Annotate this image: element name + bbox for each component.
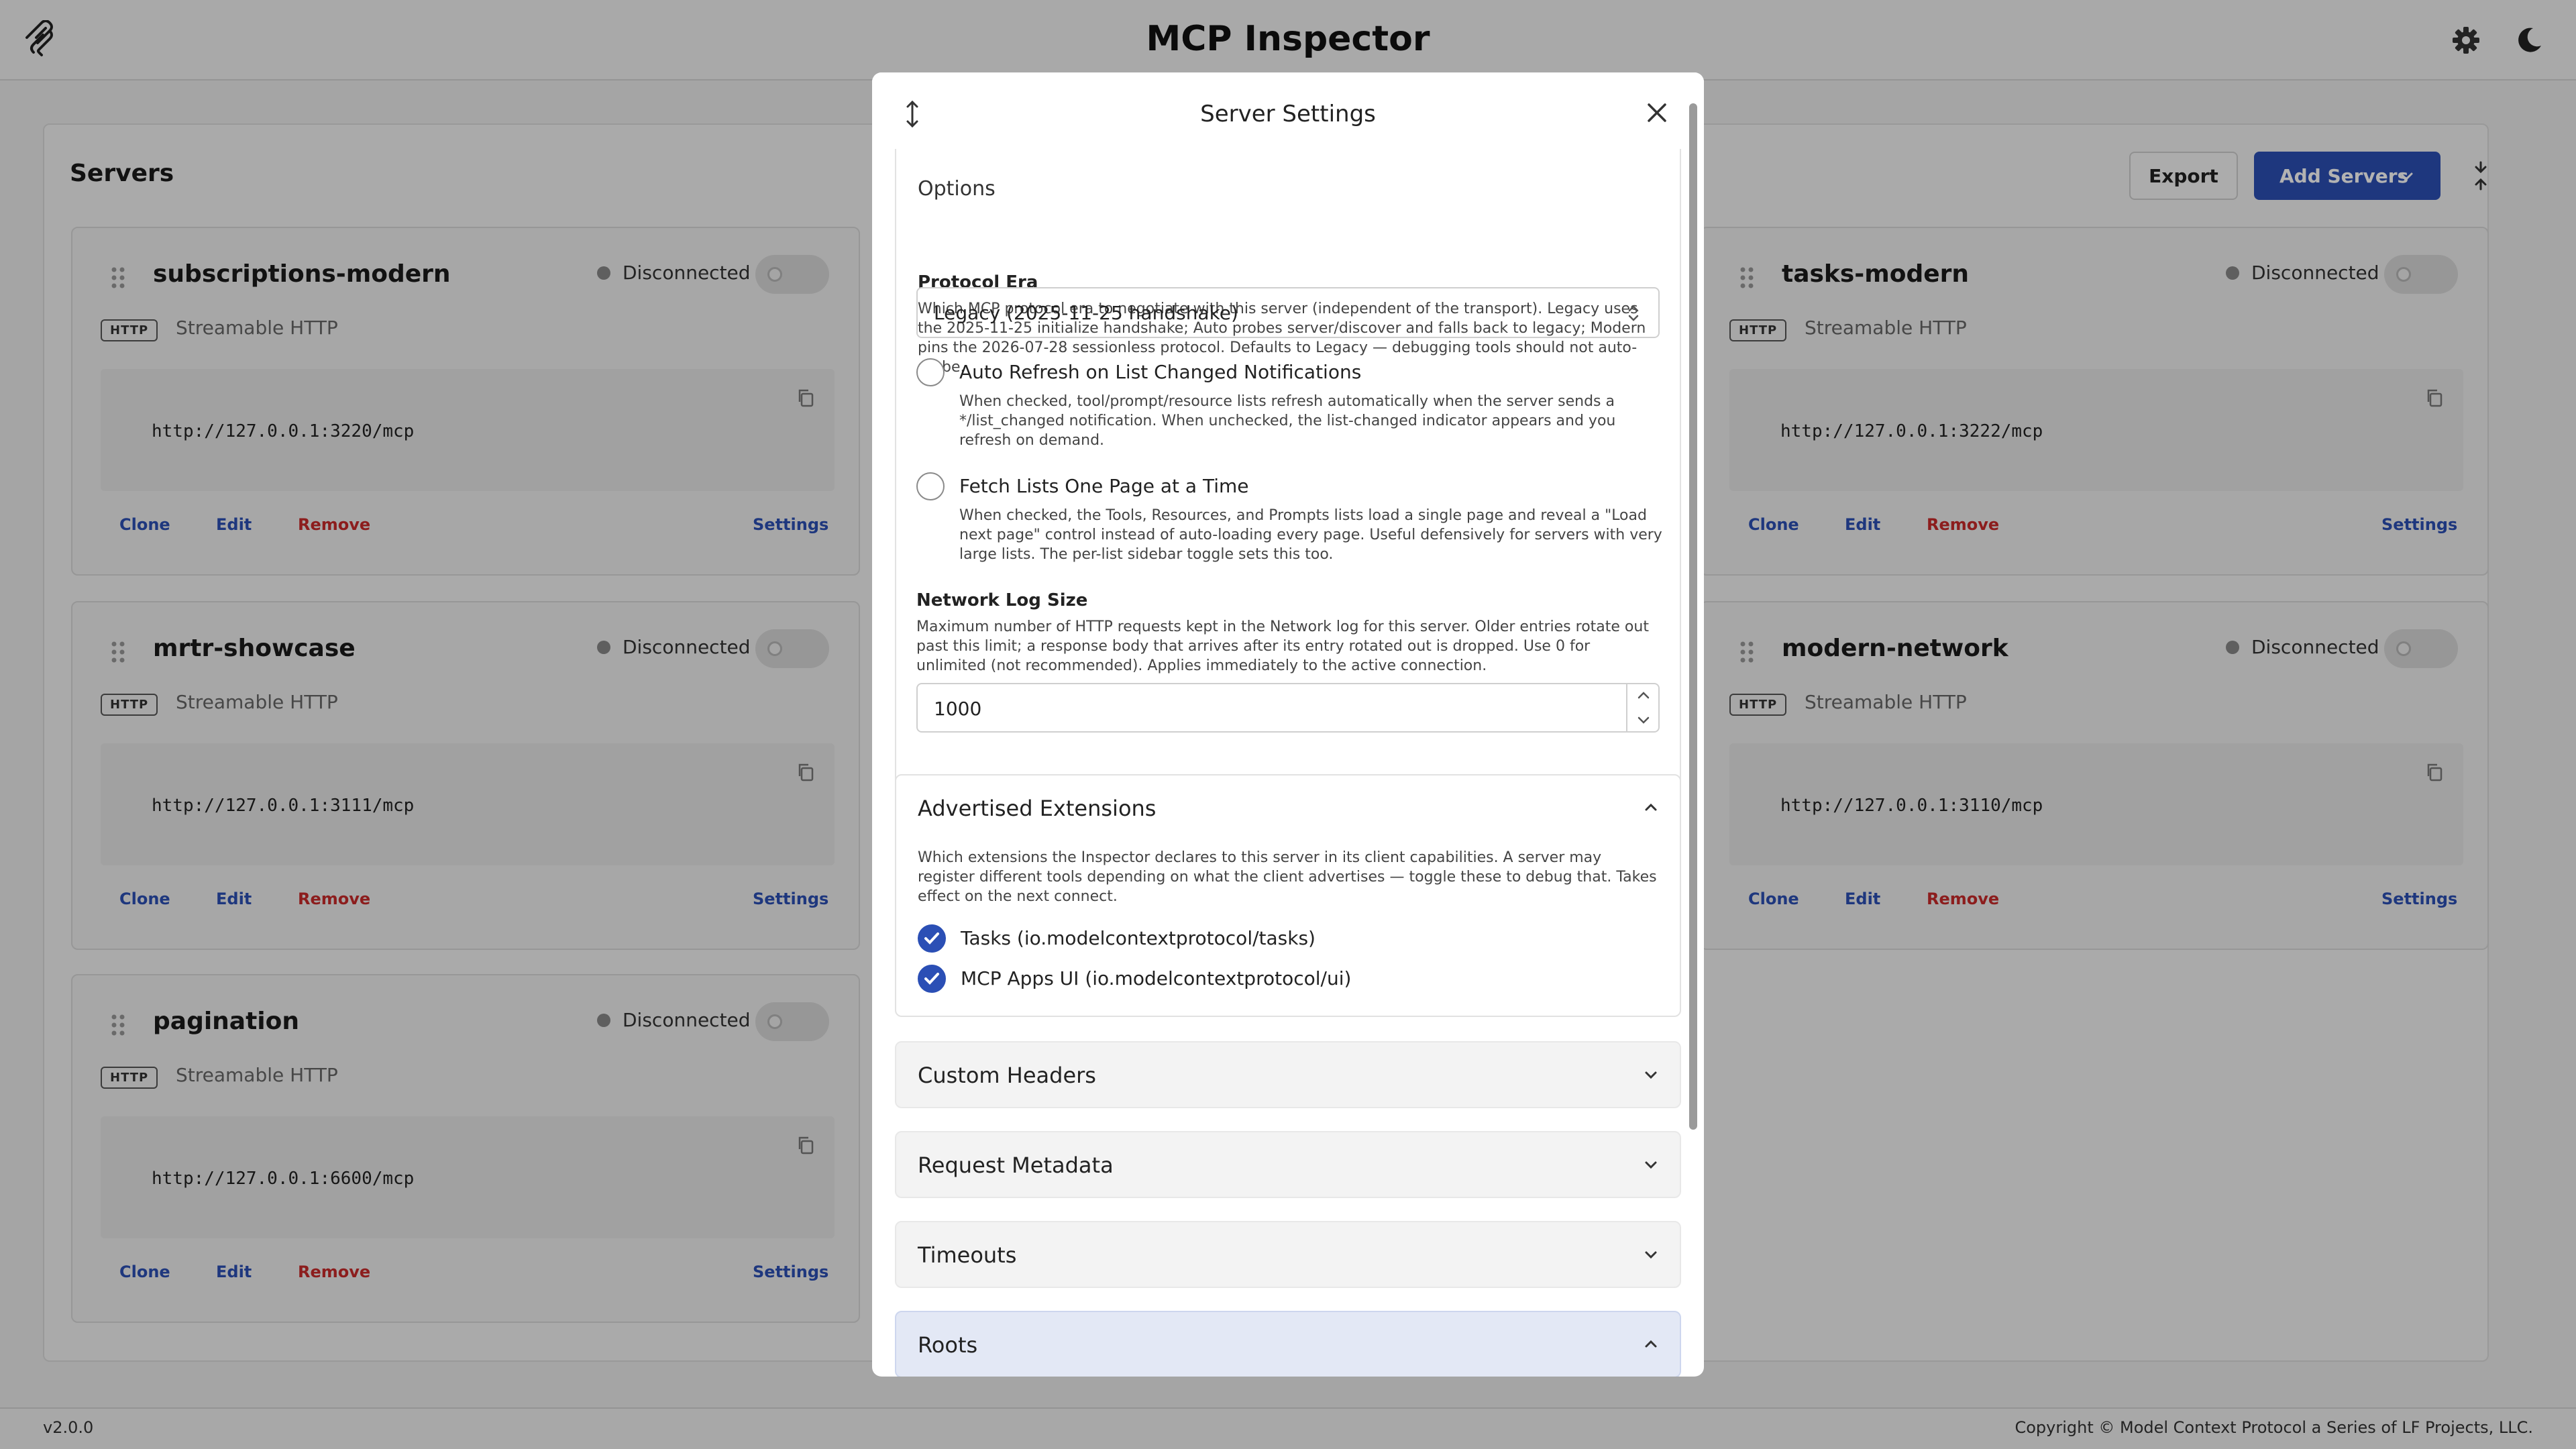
auto-refresh-help: When checked, tool/prompt/resource lists…	[959, 393, 1616, 449]
stepper-arrows-icon	[1638, 692, 1650, 724]
auto-refresh-label: Auto Refresh on List Changed Notificatio…	[959, 361, 1362, 383]
protocol-era-select[interactable]: Legacy (2025-11-25 handshake)	[916, 287, 1660, 338]
advertised-extensions-section: Advertised Extensions Which extensions t…	[895, 774, 1681, 1017]
request-metadata-title: Request Metadata	[918, 1152, 1114, 1178]
apps-ui-extension-label: MCP Apps UI (io.modelcontextprotocol/ui)	[961, 967, 1352, 989]
chevron-down-icon	[1645, 1161, 1657, 1169]
roots-title: Roots	[918, 1332, 978, 1358]
close-icon[interactable]	[1644, 99, 1670, 126]
roots-section[interactable]: Roots	[895, 1311, 1681, 1377]
auto-refresh-checkbox[interactable]	[916, 358, 945, 386]
chevron-up-icon	[1645, 1340, 1657, 1348]
network-log-help: Maximum number of HTTP requests kept in …	[916, 619, 1649, 674]
chevron-down-icon	[1645, 1071, 1657, 1079]
number-stepper[interactable]	[1626, 684, 1658, 731]
checkmark-icon	[924, 973, 939, 985]
custom-headers-section[interactable]: Custom Headers	[895, 1041, 1681, 1108]
options-section-title[interactable]: Options	[918, 177, 996, 201]
network-log-input[interactable]: 1000	[916, 683, 1660, 733]
chevron-down-icon	[1645, 1251, 1657, 1259]
request-metadata-section[interactable]: Request Metadata	[895, 1131, 1681, 1198]
server-settings-modal: Server Settings Options Protocol Era Whi…	[872, 72, 1704, 1377]
select-updown-icon	[1628, 305, 1639, 321]
modal-scrollbar[interactable]	[1689, 103, 1697, 1130]
apps-ui-extension-checkbox[interactable]	[918, 965, 946, 993]
protocol-era-value: Legacy (2025-11-25 handshake)	[934, 302, 1238, 324]
modal-title: Server Settings	[1200, 101, 1376, 127]
timeouts-section[interactable]: Timeouts	[895, 1221, 1681, 1288]
tasks-extension-label: Tasks (io.modelcontextprotocol/tasks)	[961, 927, 1316, 949]
timeouts-title: Timeouts	[918, 1242, 1017, 1268]
tasks-extension-checkbox[interactable]	[918, 924, 946, 953]
fetch-pages-label: Fetch Lists One Page at a Time	[959, 475, 1249, 497]
checkmark-icon	[924, 932, 939, 945]
network-log-label: Network Log Size	[916, 590, 1088, 610]
fetch-pages-help: When checked, the Tools, Resources, and …	[959, 507, 1662, 563]
advertised-extensions-title[interactable]: Advertised Extensions	[918, 796, 1156, 821]
advertised-extensions-help: Which extensions the Inspector declares …	[918, 849, 1657, 905]
network-log-value: 1000	[934, 698, 982, 720]
custom-headers-title: Custom Headers	[918, 1063, 1096, 1088]
chevron-up-icon[interactable]	[1642, 798, 1660, 816]
fetch-pages-checkbox[interactable]	[916, 472, 945, 500]
modal-header: Server Settings	[872, 72, 1704, 149]
